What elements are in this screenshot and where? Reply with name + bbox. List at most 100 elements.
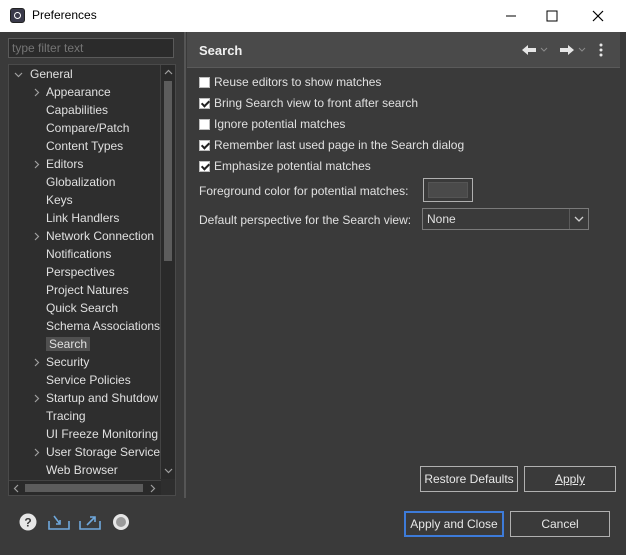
tree-item[interactable]: Security bbox=[31, 353, 89, 371]
forward-button[interactable] bbox=[557, 40, 577, 60]
apply-and-close-label: Apply and Close bbox=[410, 517, 498, 531]
option-label: Remember last used page in the Search di… bbox=[214, 138, 465, 152]
tree-item[interactable]: Compare/Patch bbox=[31, 119, 129, 137]
checkbox[interactable] bbox=[199, 76, 210, 88]
tree-item-label: User Storage Service bbox=[46, 445, 161, 459]
tree-item-label: Content Types bbox=[46, 139, 124, 153]
scroll-left-icon[interactable] bbox=[9, 481, 23, 495]
tree-item[interactable]: Network Connection bbox=[31, 227, 154, 245]
tree-item[interactable]: Editors bbox=[31, 155, 83, 173]
tree-item-label: Compare/Patch bbox=[46, 121, 130, 135]
tree-item-label: Notifications bbox=[46, 247, 112, 261]
preference-navigation: General Appearance Capabilities Compare/Pa… bbox=[8, 38, 176, 496]
tree-item-label: Network Connection bbox=[46, 229, 155, 243]
apply-button[interactable]: Apply bbox=[524, 466, 616, 492]
minimize-icon bbox=[506, 15, 516, 17]
scroll-right-icon[interactable] bbox=[145, 481, 159, 495]
tree-item[interactable]: Tracing bbox=[31, 407, 86, 425]
tree-item[interactable]: UI Freeze Monitoring bbox=[31, 425, 158, 443]
option-label: Bring Search view to front after search bbox=[214, 96, 419, 110]
perspective-select[interactable]: None bbox=[422, 208, 589, 230]
cancel-button[interactable]: Cancel bbox=[510, 511, 610, 537]
tree-item-label: General bbox=[30, 67, 73, 81]
tree-item-label: Security bbox=[46, 355, 90, 369]
import-button[interactable] bbox=[48, 512, 70, 532]
tree-item[interactable]: Link Handlers bbox=[31, 209, 119, 227]
help-button[interactable]: ? bbox=[18, 512, 38, 532]
scroll-down-icon[interactable] bbox=[161, 463, 175, 477]
import-icon bbox=[48, 515, 70, 530]
chevron-down-icon bbox=[578, 47, 586, 52]
scroll-up-icon[interactable] bbox=[161, 65, 175, 79]
foreground-color-button[interactable] bbox=[423, 178, 473, 202]
apply-and-close-button[interactable]: Apply and Close bbox=[404, 511, 504, 537]
maximize-button[interactable] bbox=[529, 0, 575, 32]
tree-item-general[interactable]: General bbox=[13, 65, 73, 83]
close-icon bbox=[592, 10, 604, 22]
chevron-right-icon[interactable] bbox=[31, 389, 41, 407]
tree-item[interactable]: Startup and Shutdow bbox=[31, 389, 158, 407]
forward-menu-button[interactable] bbox=[577, 40, 587, 60]
chevron-right-icon[interactable] bbox=[31, 227, 41, 245]
filter-input[interactable] bbox=[8, 38, 174, 58]
view-menu-button[interactable] bbox=[594, 40, 608, 60]
close-button[interactable] bbox=[575, 0, 621, 32]
option-checkbox-row[interactable]: Remember last used page in the Search di… bbox=[199, 136, 464, 154]
option-checkbox-row[interactable]: Ignore potential matches bbox=[199, 115, 345, 133]
chevron-right-icon[interactable] bbox=[31, 443, 41, 461]
color-swatch bbox=[428, 182, 468, 198]
chevron-down-icon[interactable] bbox=[13, 65, 23, 83]
eclipse-app-icon bbox=[10, 8, 25, 23]
checkbox[interactable] bbox=[199, 139, 210, 151]
restore-defaults-button[interactable]: Restore Defaults bbox=[420, 466, 518, 492]
tree-horizontal-scrollbar[interactable] bbox=[9, 480, 161, 495]
record-preferences-button[interactable] bbox=[111, 512, 131, 532]
oomph-record-icon bbox=[113, 514, 129, 530]
tree-item[interactable]: User Storage Service bbox=[31, 443, 160, 461]
svg-text:?: ? bbox=[24, 516, 31, 530]
checkbox[interactable] bbox=[199, 97, 210, 109]
tree-item-label: Search bbox=[46, 337, 91, 351]
tree-item-label: Editors bbox=[46, 157, 84, 171]
tree-item[interactable]: Notifications bbox=[31, 245, 111, 263]
checkbox[interactable] bbox=[199, 160, 210, 172]
forward-icon bbox=[560, 45, 574, 55]
tree-item[interactable]: Globalization bbox=[31, 173, 115, 191]
help-icon: ? bbox=[19, 513, 37, 531]
option-checkbox-row[interactable]: Bring Search view to front after search bbox=[199, 94, 418, 112]
tree-item[interactable]: Schema Associations bbox=[31, 317, 160, 335]
window-title: Preferences bbox=[32, 8, 97, 22]
hscroll-thumb[interactable] bbox=[25, 484, 143, 492]
chevron-right-icon[interactable] bbox=[31, 155, 41, 173]
apply-label: Apply bbox=[554, 472, 586, 486]
tree-item[interactable]: Perspectives bbox=[31, 263, 115, 281]
back-menu-button[interactable] bbox=[539, 40, 549, 60]
scroll-thumb[interactable] bbox=[164, 81, 172, 261]
option-checkbox-row[interactable]: Emphasize potential matches bbox=[199, 157, 371, 175]
back-button[interactable] bbox=[519, 40, 539, 60]
tree-item[interactable]: Search bbox=[31, 335, 91, 353]
tree-item[interactable]: Appearance bbox=[31, 83, 111, 101]
tree-vertical-scrollbar[interactable] bbox=[160, 65, 175, 479]
tree-item[interactable]: Keys bbox=[31, 191, 73, 209]
option-checkbox-row[interactable]: Reuse editors to show matches bbox=[199, 73, 381, 91]
chevron-down-icon[interactable] bbox=[569, 209, 588, 229]
view-menu-icon bbox=[599, 43, 603, 57]
splitter-sash[interactable] bbox=[184, 32, 186, 498]
option-label: Ignore potential matches bbox=[214, 117, 346, 131]
chevron-right-icon[interactable] bbox=[31, 83, 41, 101]
tree-item-label: Appearance bbox=[46, 85, 111, 99]
option-label: Emphasize potential matches bbox=[214, 159, 371, 173]
tree-item[interactable]: Content Types bbox=[31, 137, 123, 155]
tree-item[interactable]: Capabilities bbox=[31, 101, 108, 119]
tree-item[interactable]: Web Browser bbox=[31, 461, 118, 479]
tree-item[interactable]: Service Policies bbox=[31, 371, 131, 389]
tree-item-label: Startup and Shutdow bbox=[46, 391, 159, 405]
tree-item[interactable]: Quick Search bbox=[31, 299, 118, 317]
tree-item[interactable]: Project Natures bbox=[31, 281, 129, 299]
color-label: Foreground color for potential matches: bbox=[199, 184, 409, 198]
checkbox[interactable] bbox=[199, 118, 210, 130]
export-button[interactable] bbox=[79, 512, 101, 532]
chevron-right-icon[interactable] bbox=[31, 353, 41, 371]
minimize-button[interactable] bbox=[488, 0, 534, 32]
